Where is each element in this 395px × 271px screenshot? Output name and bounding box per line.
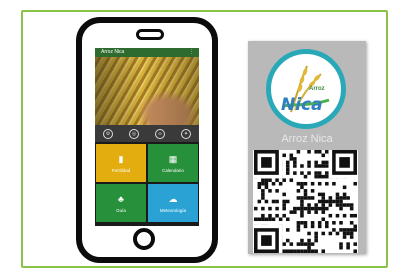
tile-label: Fertilidad: [111, 168, 131, 173]
overflow-menu-icon[interactable]: ⋮: [189, 49, 194, 55]
card-app-name: Arroz Nica: [281, 133, 333, 145]
calendar-icon: ▦: [168, 153, 178, 164]
phone-screen: Arroz Nica ⋮ ⚙ ◎ ∞ ✦ ▮ Fertilidad ▦ Cale…: [95, 48, 199, 226]
book-icon: ▮: [118, 153, 124, 164]
droplet-icon[interactable]: ✦: [181, 128, 191, 139]
app-card: Arroz Nica Arroz Nica: [248, 41, 366, 254]
logo-brand-top: Arroz: [309, 86, 325, 92]
qr-code[interactable]: [253, 150, 358, 253]
tile-calendario[interactable]: ▦ Calendario: [148, 144, 198, 182]
tile-label: Calendario: [162, 168, 184, 173]
tile-label: Meteorología: [159, 208, 187, 213]
tile-label: Guía: [116, 208, 126, 213]
app-bar: Arroz Nica ⋮: [95, 48, 199, 57]
tile-guia[interactable]: ♣ Guía: [96, 184, 146, 222]
logo-brand: Nica: [281, 95, 323, 115]
tile-meteorologia[interactable]: ☁ Meteorología: [148, 184, 198, 222]
seedling-icon: ♣: [118, 194, 124, 204]
rice-photo: [95, 57, 199, 125]
menu-grid: ▮ Fertilidad ▦ Calendario ♣ Guía ☁ Meteo…: [96, 144, 198, 222]
cloud-icon: ☁: [168, 193, 178, 204]
target-icon[interactable]: ◎: [129, 128, 139, 139]
app-title: Arroz Nica: [101, 49, 125, 55]
icon-row: ⚙ ◎ ∞ ✦: [95, 125, 199, 142]
tractor-icon[interactable]: ⚙: [103, 128, 113, 139]
home-button[interactable]: [133, 228, 155, 250]
phone-speaker: [136, 29, 164, 40]
link-icon[interactable]: ∞: [155, 128, 165, 139]
phone-mockup: Arroz Nica ⋮ ⚙ ◎ ∞ ✦ ▮ Fertilidad ▦ Cale…: [76, 17, 218, 263]
tile-fertilidad[interactable]: ▮ Fertilidad: [96, 144, 146, 182]
arroz-nica-logo: Arroz Nica: [266, 49, 346, 129]
